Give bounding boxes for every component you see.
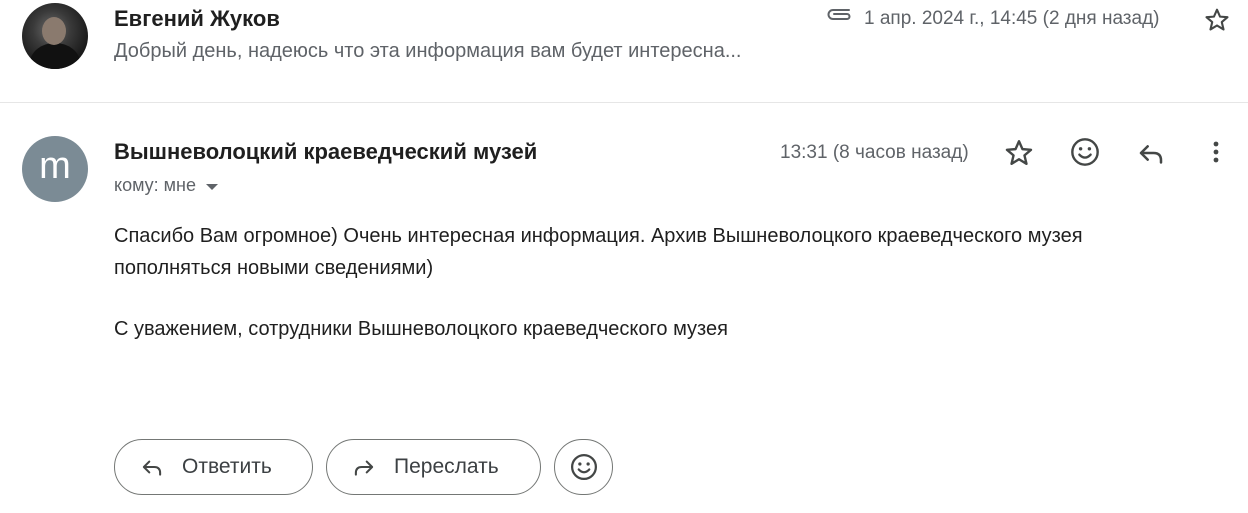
reply-button-label: Ответить (182, 455, 272, 478)
message-time: 13:31 (8 часов назад) (780, 142, 969, 163)
forward-icon (354, 460, 374, 476)
emoji-icon[interactable] (1069, 136, 1101, 168)
recipient-details-toggle[interactable]: кому: мне (114, 175, 218, 196)
sender-avatar-photo (22, 3, 88, 69)
message-body: Спасибо Вам огромное) Очень интересная и… (114, 225, 1083, 279)
reply-icon[interactable] (1135, 137, 1167, 169)
paperclip-icon (827, 9, 851, 20)
message-date: 1 апр. 2024 г., 14:45 (2 дня назад) (864, 8, 1160, 29)
sender-name[interactable]: Вышневолоцкий краеведческий музей (114, 139, 537, 165)
sender-avatar: m (22, 136, 88, 202)
message-divider (0, 102, 1248, 103)
caret-down-icon (206, 183, 218, 190)
message-snippet[interactable]: Добрый день, надеюсь что эта информация … (114, 40, 742, 63)
reply-icon (142, 460, 162, 476)
emoji-icon (570, 454, 597, 480)
sender-name[interactable]: Евгений Жуков (114, 6, 280, 32)
emoji-reaction-button[interactable] (554, 439, 613, 495)
star-outline-icon[interactable] (1203, 6, 1231, 34)
forward-button-label: Переслать (394, 455, 499, 478)
message-signature: С уважением, сотрудники Вышневолоцкого к… (114, 318, 728, 340)
forward-button[interactable]: Переслать (326, 439, 541, 495)
star-outline-icon[interactable] (1003, 137, 1035, 169)
reply-button[interactable]: Ответить (114, 439, 313, 495)
recipient-label: кому: мне (114, 175, 196, 195)
more-vert-icon[interactable] (1200, 136, 1232, 168)
